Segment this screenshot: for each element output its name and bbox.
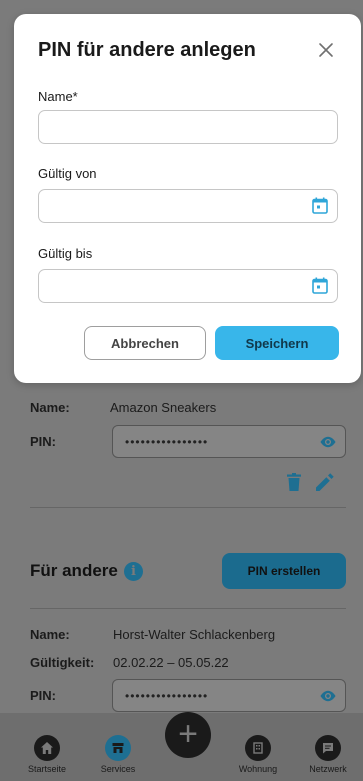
- nav-item-startseite[interactable]: Startseite: [17, 735, 77, 774]
- for-others-title: Für andere: [30, 561, 118, 580]
- pencil-icon[interactable]: [316, 473, 334, 491]
- nav-label: Wohnung: [238, 764, 278, 774]
- chat-icon: [315, 735, 341, 761]
- add-button[interactable]: +: [165, 712, 211, 758]
- store-icon: [105, 735, 131, 761]
- own-pin-pin-label: PIN:: [30, 434, 56, 449]
- create-pin-button[interactable]: PIN erstellen: [222, 553, 346, 589]
- trash-icon[interactable]: [287, 473, 301, 491]
- building-icon: [245, 735, 271, 761]
- own-pin-name-label: Name:: [30, 400, 70, 415]
- valid-to-field[interactable]: [38, 269, 338, 303]
- other-pin-pin-label: PIN:: [30, 688, 56, 703]
- name-field[interactable]: [38, 110, 338, 144]
- other-pin-name-value: Horst-Walter Schlackenberg: [113, 627, 276, 642]
- cancel-button[interactable]: Abbrechen: [84, 326, 206, 360]
- calendar-icon[interactable]: [312, 197, 328, 214]
- valid-to-label: Gültig bis: [38, 246, 93, 261]
- eye-icon[interactable]: [319, 434, 337, 450]
- nav-label: Startseite: [27, 764, 67, 774]
- valid-from-field-wrapper: [14, 189, 361, 223]
- eye-icon[interactable]: [319, 688, 337, 704]
- valid-to-field-wrapper: [14, 269, 361, 303]
- valid-from-label: Gültig von: [38, 166, 97, 181]
- other-pin-masked: ••••••••••••••••: [125, 689, 209, 703]
- save-button[interactable]: Speichern: [215, 326, 339, 360]
- nav-item-wohnung[interactable]: Wohnung: [228, 735, 288, 774]
- dialog-title: PIN für andere anlegen: [38, 39, 256, 61]
- nav-label: Netzwerk: [309, 764, 347, 774]
- nav-item-services[interactable]: Services: [88, 735, 148, 774]
- nav-label: Services: [100, 764, 136, 774]
- other-pin-field: ••••••••••••••••: [112, 679, 346, 712]
- divider: [30, 608, 346, 609]
- calendar-icon[interactable]: [312, 277, 328, 294]
- name-label: Name*: [38, 89, 78, 104]
- divider: [30, 507, 346, 508]
- own-pin-name-value: Amazon Sneakers: [110, 400, 217, 415]
- own-pin-masked: ••••••••••••••••: [125, 435, 209, 449]
- other-pin-validity-label: Gültigkeit:: [30, 655, 95, 670]
- other-pin-name-label: Name:: [30, 627, 70, 642]
- valid-from-field[interactable]: [38, 189, 338, 223]
- home-icon: [34, 735, 60, 761]
- close-icon[interactable]: [318, 42, 334, 58]
- create-pin-dialog: PIN für andere anlegen Name* Gültig von …: [14, 14, 361, 383]
- info-icon[interactable]: i: [124, 562, 143, 581]
- own-pin-field: ••••••••••••••••: [112, 425, 346, 458]
- nav-item-netzwerk[interactable]: Netzwerk: [298, 735, 358, 774]
- other-pin-validity-value: 02.02.22 – 05.05.22: [113, 655, 229, 670]
